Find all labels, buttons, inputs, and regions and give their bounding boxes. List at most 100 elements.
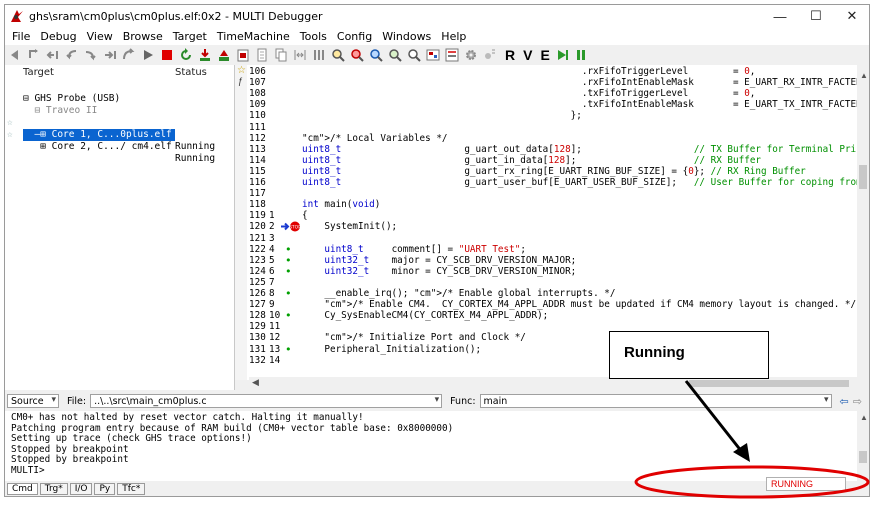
console-prompt[interactable]: MULTI>: [11, 465, 857, 477]
tree-col-target[interactable]: Target: [23, 67, 54, 78]
code-line[interactable]: 126 8 • __enable_irq(); "cm">/* Enable glo…: [235, 288, 869, 299]
tab-io[interactable]: I/O: [69, 483, 93, 495]
tab-py[interactable]: Py: [94, 483, 116, 495]
menu-debug[interactable]: Debug: [35, 30, 81, 43]
step-out-button[interactable]: [26, 47, 42, 63]
menu-file[interactable]: File: [7, 30, 35, 43]
code-line[interactable]: 122 4 • uint8_t comment[] = "UART Test";: [235, 244, 869, 255]
memory-button[interactable]: [444, 47, 460, 63]
code-line[interactable]: 127 9 "cm">/* Enable CM4. CY_CORTEX_M4_AP…: [235, 299, 869, 310]
step-into-button[interactable]: [83, 47, 99, 63]
code-line[interactable]: 116 uint8_t g_uart_user_buf[E_UART_USER_B…: [235, 177, 869, 188]
step-over-button[interactable]: [102, 47, 118, 63]
registers-button[interactable]: [425, 47, 441, 63]
maximize-button[interactable]: ☐: [798, 5, 834, 27]
target-button[interactable]: [235, 47, 251, 63]
trace-button[interactable]: [482, 47, 498, 63]
tree-col-status[interactable]: Status: [175, 67, 207, 78]
scroll-left-icon[interactable]: ◀: [252, 377, 259, 388]
nav-back-icon[interactable]: ⇦: [840, 395, 849, 408]
scroll-thumb[interactable]: [859, 165, 867, 189]
code-line[interactable]: 130 12 "cm">/* Initialize Port and Clock …: [235, 332, 869, 343]
file-select[interactable]: ..\..\src\main_cm0plus.c ▾: [90, 394, 443, 408]
step-back-button[interactable]: [64, 47, 80, 63]
code-line[interactable]: 118 int main(void): [235, 199, 869, 210]
menu-view[interactable]: View: [82, 30, 118, 43]
settings-button[interactable]: [463, 47, 479, 63]
tab-tfc[interactable]: Tfc*: [117, 483, 146, 495]
command-console[interactable]: CM0+ has not halted by reset vector catc…: [5, 411, 857, 481]
back-button[interactable]: [7, 47, 23, 63]
step-next-button[interactable]: [121, 47, 137, 63]
toolbar-e-button[interactable]: E: [540, 47, 549, 63]
code-line[interactable]: 114 uint8_t g_uart_in_data[128]; // RX Bu…: [235, 155, 869, 166]
menu-timemachine[interactable]: TimeMachine: [212, 30, 295, 43]
code-line[interactable]: 115 uint8_t g_uart_rx_ring[E_UART_RING_BU…: [235, 166, 869, 177]
code-line[interactable]: 132 14: [235, 355, 869, 366]
menu-tools[interactable]: Tools: [295, 30, 332, 43]
columns-button[interactable]: [311, 47, 327, 63]
tree-row-core2[interactable]: ☆ ⊞ Core 2, C.../ cm4.elf Running: [5, 117, 235, 164]
scroll-thumb[interactable]: [689, 380, 849, 387]
code-line[interactable]: 113 uint8_t g_uart_out_data[128]; // TX B…: [235, 144, 869, 155]
search-button[interactable]: [406, 47, 422, 63]
menu-browse[interactable]: Browse: [118, 30, 168, 43]
scroll-up-icon[interactable]: ▲: [860, 71, 868, 80]
console-scrollbar[interactable]: ▲: [857, 411, 869, 481]
tab-trg[interactable]: Trg*: [39, 483, 68, 495]
code-line[interactable]: 119 1 {: [235, 210, 869, 221]
code-line[interactable]: 109 .txFifoIntEnableMask = E_UART_TX_INT…: [235, 99, 869, 110]
scroll-up-icon[interactable]: ▲: [860, 413, 868, 422]
return-button[interactable]: [45, 47, 61, 63]
code-line[interactable]: 131 13 • Peripheral_Initialization();: [235, 344, 869, 355]
tree-row-probe[interactable]: ⊟ GHS Probe (USB): [5, 81, 235, 104]
find-red-button[interactable]: [349, 47, 365, 63]
code-line[interactable]: 110 };: [235, 110, 869, 121]
code-line[interactable]: 121 3: [235, 233, 869, 244]
code-line[interactable]: 107 .rxFifoIntEnableMask = E_UART_RX_INT…: [235, 77, 869, 88]
tree-row-traveo[interactable]: ⊟ Traveo II: [5, 93, 235, 116]
pause-button[interactable]: [573, 47, 589, 63]
run-button[interactable]: [140, 47, 156, 63]
find-button[interactable]: [330, 47, 346, 63]
source-mode-select[interactable]: Source ▾: [7, 394, 59, 408]
menu-config[interactable]: Config: [332, 30, 377, 43]
close-button[interactable]: ✕: [834, 5, 869, 27]
toolbar-v-button[interactable]: V: [523, 47, 532, 63]
copy-button[interactable]: [273, 47, 289, 63]
code-line[interactable]: 117: [235, 188, 869, 199]
run-to-button[interactable]: [554, 47, 570, 63]
zoom-button[interactable]: [387, 47, 403, 63]
code-line[interactable]: 129 11: [235, 321, 869, 332]
find-blue-button[interactable]: [368, 47, 384, 63]
code-line[interactable]: 108 .txFifoTriggerLevel = 0,: [235, 88, 869, 99]
download-button[interactable]: [197, 47, 213, 63]
code-line[interactable]: 124 6 • uint32_t minor = CY_SCB_DRV_VERSIO…: [235, 266, 869, 277]
document-button[interactable]: [254, 47, 270, 63]
code-line[interactable]: 120 2 STOP SystemInit();: [235, 221, 869, 232]
scroll-thumb[interactable]: [859, 451, 867, 463]
tree-row-core1[interactable]: ☆ –⊞ Core 1, C...0plus.elf Running: [5, 105, 235, 152]
code-line[interactable]: 112 "cm">/* Local Variables */: [235, 133, 869, 144]
code-line[interactable]: 111: [235, 122, 869, 133]
minimize-button[interactable]: —: [762, 5, 798, 27]
code-vertical-scrollbar[interactable]: ▲: [857, 65, 869, 380]
nav-forward-icon[interactable]: ⇨: [853, 395, 862, 408]
func-select[interactable]: main ▾: [479, 394, 832, 408]
flash-button[interactable]: [216, 47, 232, 63]
code-line[interactable]: 125 7: [235, 277, 869, 288]
restart-button[interactable]: [178, 47, 194, 63]
line-number: 126: [249, 288, 266, 299]
menu-target[interactable]: Target: [168, 30, 212, 43]
title-bar[interactable]: ghs\sram\cm0plus\cm0plus.elf:0x2 - MULTI…: [5, 5, 869, 27]
menu-help[interactable]: Help: [436, 30, 471, 43]
code-line[interactable]: 128 10 • Cy_SysEnableCM4(CY_CORTEX_M4_APPL…: [235, 310, 869, 321]
toolbar-r-button[interactable]: R: [505, 47, 515, 63]
tab-cmd[interactable]: Cmd: [7, 483, 38, 495]
halt-button[interactable]: [159, 47, 175, 63]
menu-windows[interactable]: Windows: [377, 30, 436, 43]
split-button[interactable]: [292, 47, 308, 63]
code-line[interactable]: 123 5 • uint32_t major = CY_SCB_DRV_VERSIO…: [235, 255, 869, 266]
code-line[interactable]: 106 .rxFifoTriggerLevel = 0,: [235, 66, 869, 77]
source-code-pane[interactable]: ☆ ƒ 106 .rxFifoTriggerLevel = 0, 107 .rxF…: [235, 65, 869, 380]
